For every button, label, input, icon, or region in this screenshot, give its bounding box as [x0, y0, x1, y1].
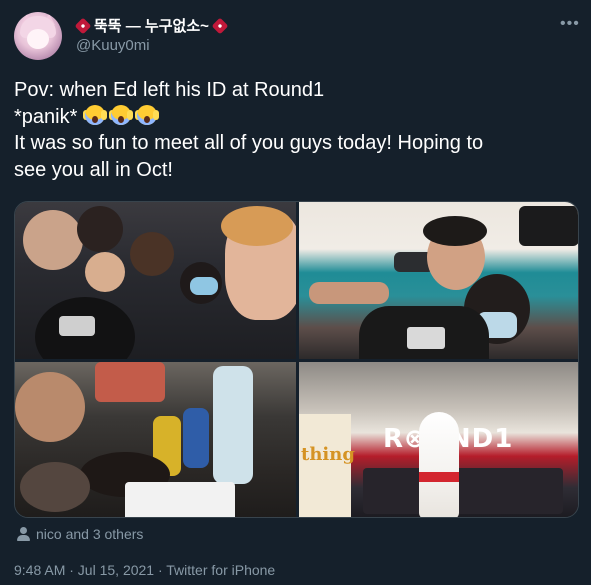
- tweet-text: Pov: when Ed left his ID at Round1 *pani…: [14, 77, 579, 183]
- store-sign: thing: [301, 444, 355, 465]
- store-facade: thing: [299, 414, 355, 517]
- tweet-timestamp[interactable]: 9:48 AM · Jul 15, 2021 · Twitter for iPh…: [14, 562, 275, 578]
- face-screaming-in-fear-icon: [134, 104, 159, 126]
- round1-selfie-photo[interactable]: [299, 202, 578, 359]
- display-name-row[interactable]: 뚝뚝 — 누구없소~: [74, 15, 229, 36]
- likes-row[interactable]: nico and 3 others: [17, 526, 143, 542]
- user-handle[interactable]: @Kuuy0mi: [76, 37, 150, 54]
- likes-text[interactable]: nico and 3 others: [36, 526, 143, 542]
- tweet-text-line-panik: *panik*: [14, 104, 579, 131]
- bowling-pin: [419, 412, 459, 517]
- media-grid: thing R⊗UND1: [14, 201, 579, 518]
- round1-entrance-photo[interactable]: thing R⊗UND1: [299, 362, 578, 517]
- dice-icon: [74, 17, 92, 34]
- tweet-text-line: see you all in Oct!: [14, 158, 173, 181]
- dice-icon: [211, 17, 229, 34]
- display-name[interactable]: 뚝뚝 — 누구없소~: [94, 15, 209, 36]
- tweet-text-line: *panik*: [14, 105, 78, 128]
- face-screaming-in-fear-icon: [82, 104, 107, 126]
- person-icon: [17, 527, 30, 541]
- group-selfie-photo[interactable]: [15, 202, 296, 359]
- avatar[interactable]: [14, 12, 62, 60]
- tweet-text-line: Pov: when Ed left his ID at Round1: [14, 79, 325, 101]
- face-screaming-in-fear-icon: [108, 104, 133, 126]
- tweet-text-line: It was so fun to meet all of you guys to…: [14, 132, 484, 154]
- more-options-icon[interactable]: •••: [560, 16, 580, 32]
- dinner-table-photo[interactable]: [15, 362, 296, 517]
- avatar-face: [27, 29, 49, 49]
- tweet-card: 뚝뚝 — 누구없소~ @Kuuy0mi ••• Pov: when Ed lef…: [0, 0, 591, 585]
